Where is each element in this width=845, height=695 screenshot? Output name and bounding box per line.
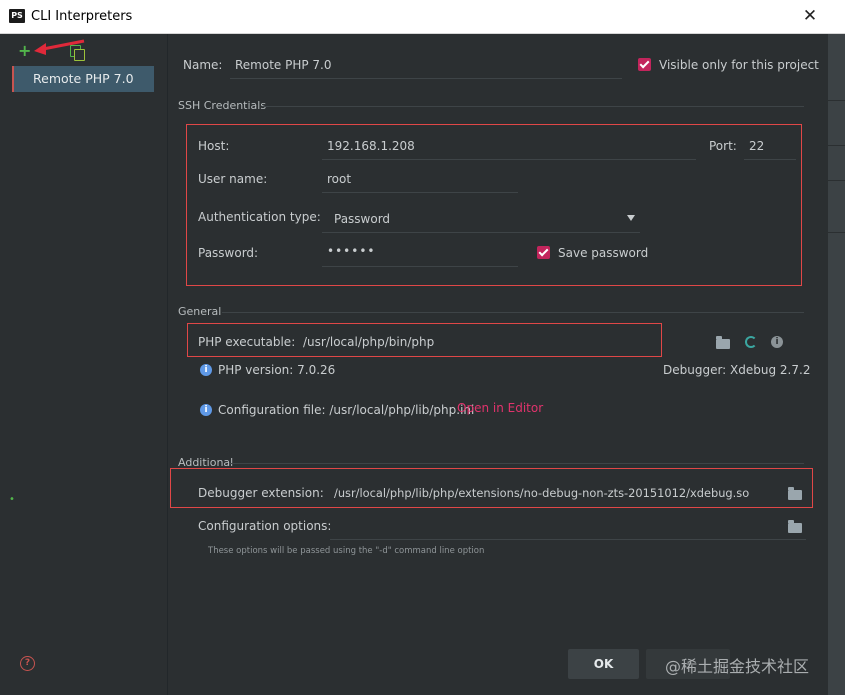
- background-line: [828, 100, 845, 101]
- general-section-title: General: [178, 305, 222, 318]
- config-file-text: Configuration file: /usr/local/php/lib/p…: [218, 403, 475, 417]
- name-label: Name:: [183, 58, 223, 72]
- debugger-extension-field[interactable]: /usr/local/php/lib/php/extensions/no-deb…: [334, 486, 749, 500]
- php-executable-field[interactable]: /usr/local/php/bin/php: [303, 335, 434, 349]
- host-field[interactable]: 192.168.1.208: [327, 139, 415, 153]
- ok-button[interactable]: OK: [568, 649, 639, 679]
- config-options-underline: [330, 539, 806, 540]
- copy-icon[interactable]: [70, 45, 85, 61]
- config-options-hint: These options will be passed using the "…: [208, 546, 485, 556]
- port-label: Port:: [709, 139, 737, 153]
- username-field[interactable]: root: [327, 172, 351, 186]
- save-password-checkbox[interactable]: [537, 246, 550, 259]
- open-in-editor-link[interactable]: Open in Editor: [457, 401, 543, 415]
- debugger-extension-label: Debugger extension:: [198, 486, 324, 500]
- password-field[interactable]: ••••••: [327, 244, 375, 258]
- password-label: Password:: [198, 246, 259, 260]
- info-icon: i: [200, 404, 212, 416]
- save-password-label: Save password: [558, 246, 649, 260]
- section-divider: [222, 312, 804, 313]
- window-title: CLI Interpreters: [31, 9, 133, 24]
- username-label: User name:: [198, 172, 268, 186]
- title-bar: PS CLI Interpreters ✕: [0, 0, 845, 34]
- background-line: [828, 232, 845, 233]
- folder-icon[interactable]: [788, 487, 802, 500]
- password-field-underline: [322, 266, 518, 267]
- bullet-dot: •: [9, 494, 15, 505]
- auth-type-label: Authentication type:: [198, 210, 321, 224]
- section-divider: [262, 106, 804, 107]
- background-window-edge: [828, 34, 845, 695]
- refresh-icon[interactable]: [745, 336, 757, 348]
- visible-only-label: Visible only for this project: [659, 58, 819, 72]
- host-field-underline: [322, 159, 696, 160]
- ssh-section-title: SSH Credentials: [178, 99, 267, 112]
- debugger-version-text: Debugger: Xdebug 2.7.2: [663, 363, 811, 377]
- help-icon[interactable]: ?: [20, 656, 35, 671]
- username-field-underline: [322, 192, 518, 193]
- info-icon: i: [200, 364, 212, 376]
- php-executable-label: PHP executable:: [198, 335, 296, 349]
- host-label: Host:: [198, 139, 230, 153]
- visible-only-checkbox[interactable]: [638, 58, 651, 71]
- phpstorm-icon: PS: [9, 9, 25, 23]
- interpreter-list-panel: [0, 34, 168, 695]
- port-field[interactable]: 22: [749, 139, 764, 153]
- section-divider: [230, 463, 804, 464]
- background-line: [828, 145, 845, 146]
- php-version-text: PHP version: 7.0.26: [218, 363, 336, 377]
- background-line: [828, 180, 845, 181]
- name-field[interactable]: Remote PHP 7.0: [235, 58, 332, 72]
- folder-icon[interactable]: [716, 336, 730, 349]
- auth-type-select[interactable]: Password: [334, 212, 390, 226]
- port-field-underline: [744, 159, 796, 160]
- info-icon[interactable]: i: [771, 336, 783, 348]
- chevron-down-icon[interactable]: [627, 215, 635, 221]
- add-icon[interactable]: +: [18, 43, 31, 59]
- folder-icon[interactable]: [788, 520, 802, 533]
- close-icon[interactable]: ✕: [798, 4, 822, 28]
- watermark-text: @稀土掘金技术社区: [665, 657, 810, 676]
- list-item[interactable]: Remote PHP 7.0: [12, 66, 154, 92]
- name-field-underline: [230, 78, 622, 79]
- auth-type-underline: [322, 232, 640, 233]
- config-options-label: Configuration options:: [198, 519, 332, 533]
